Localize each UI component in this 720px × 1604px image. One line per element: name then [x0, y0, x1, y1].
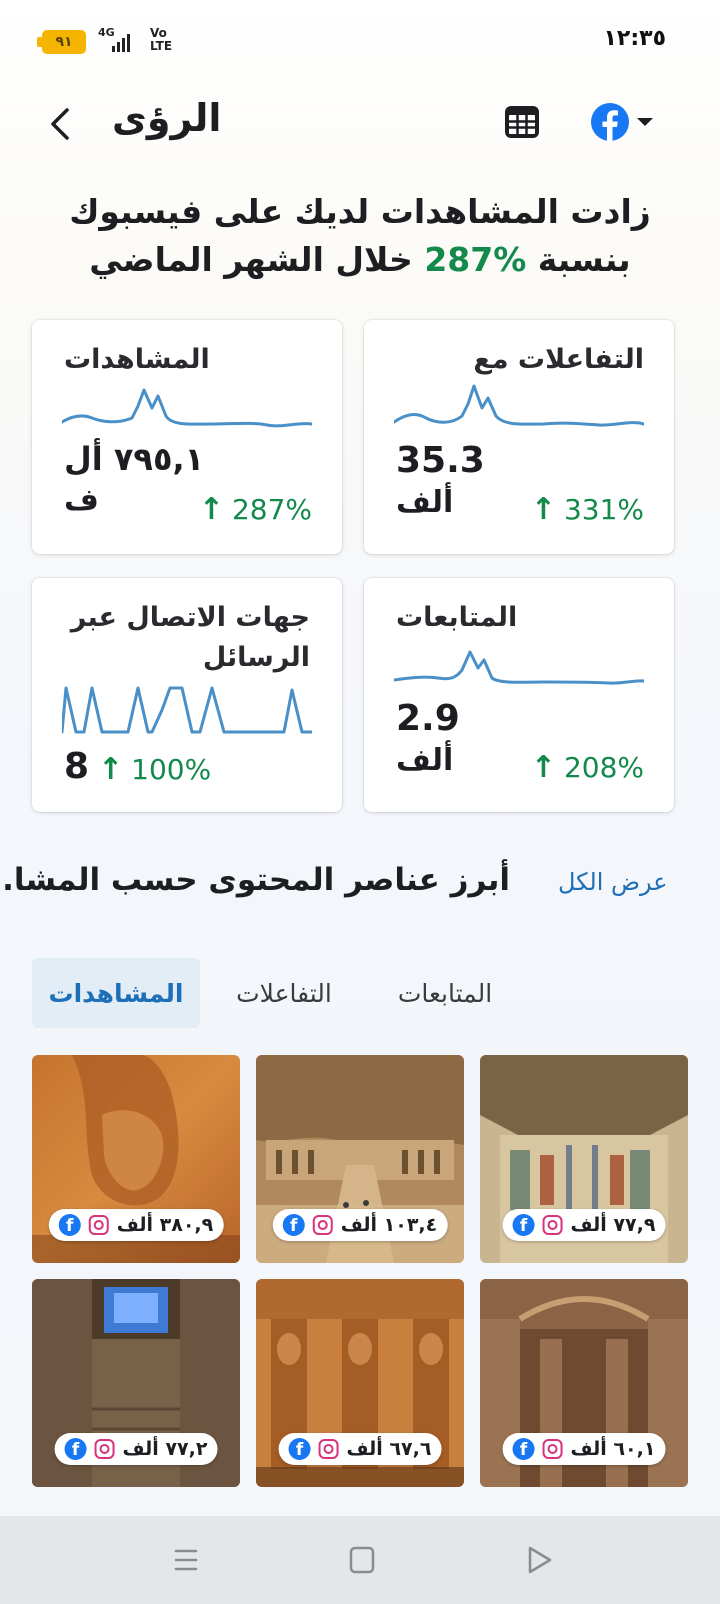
item-views-value: ٦٧,٦ ألف: [346, 1438, 432, 1460]
card-change: ↑ 331%: [531, 492, 644, 527]
back-chevron-icon: [51, 108, 69, 140]
up-arrow-icon: ↑: [530, 750, 556, 785]
card-value-number: ٧٩٥,١ أل: [64, 440, 205, 478]
messaging-contacts-card[interactable]: جهات الاتصال عبر الرسائل 8 ↑ 100%: [32, 578, 342, 812]
menu-icon: [174, 1549, 198, 1571]
content-item-4[interactable]: f ٧٧,٢ ألف: [32, 1279, 240, 1487]
content-item-3[interactable]: f ٧٧,٩ ألف: [480, 1055, 688, 1263]
item-views-value: ١٠٣,٤ ألف: [340, 1214, 438, 1236]
contacts-sparkline: [62, 686, 312, 734]
content-item-6[interactable]: f ٦٠,١ ألف: [480, 1279, 688, 1487]
card-value: 35.3 ألف: [396, 440, 485, 524]
back-button[interactable]: [40, 104, 80, 144]
facebook-icon: f: [58, 1214, 81, 1236]
card-value-unit: ألف: [396, 485, 454, 520]
item-stats-pill: f ٦٠,١ ألف: [502, 1433, 666, 1465]
item-views-value: ٧٧,٩ ألف: [570, 1214, 656, 1236]
calendar-grid-icon: [505, 106, 539, 138]
volte-indicator: Vo LTE: [150, 27, 172, 53]
views-sparkline: [62, 388, 312, 428]
clock: ١٢:٣٥: [603, 26, 666, 51]
instagram-icon: [318, 1439, 339, 1459]
home-icon: [349, 1546, 375, 1574]
follows-sparkline: [394, 650, 644, 685]
instagram-icon: [542, 1215, 563, 1235]
instagram-icon: [94, 1439, 115, 1459]
facebook-icon: f: [282, 1214, 305, 1236]
tab-follows[interactable]: المتابعات: [380, 958, 510, 1028]
tab-interactions[interactable]: التفاعلات: [214, 958, 354, 1028]
item-views-value: ٧٧,٢ ألف: [122, 1438, 208, 1460]
interactions-sparkline: [394, 384, 644, 427]
insight-headline: زادت المشاهدات لديك على فيسبوك بنسبة 287…: [30, 188, 690, 284]
system-navigation-bar: [0, 1516, 720, 1604]
card-value: ٧٩٥,١ أل ف: [64, 438, 204, 522]
up-arrow-icon: ↑: [530, 492, 556, 527]
views-card[interactable]: المشاهدات ٧٩٥,١ أل ف ↑ 287%: [32, 320, 342, 554]
facebook-icon: f: [512, 1214, 535, 1236]
facebook-icon: f: [512, 1438, 535, 1460]
headline-text-after: خلال الشهر الماضي: [89, 240, 425, 279]
item-stats-pill: f ٧٧,٢ ألف: [54, 1433, 218, 1465]
card-change: ↑ 100%: [98, 752, 211, 787]
card-title-line2: الرسائل: [202, 642, 310, 673]
card-title: المتابعات: [396, 602, 518, 633]
interactions-card[interactable]: التفاعلات مع 35.3 ألف ↑ 331%: [364, 320, 674, 554]
calendar-button[interactable]: [502, 102, 542, 142]
card-value-number: 2.9: [396, 698, 460, 739]
card-value-number: 35.3: [396, 440, 485, 481]
facebook-icon: f: [288, 1438, 311, 1460]
facebook-icon: f: [64, 1438, 87, 1460]
back-nav-button[interactable]: [522, 1544, 558, 1576]
tab-views[interactable]: المشاهدات: [32, 958, 200, 1028]
account-switcher[interactable]: [590, 102, 654, 142]
battery-indicator: ٩١: [37, 30, 86, 54]
up-arrow-icon: ↑: [198, 492, 224, 527]
menu-button[interactable]: [168, 1544, 204, 1576]
signal-icon: [112, 34, 130, 52]
up-arrow-icon: ↑: [98, 752, 124, 787]
follows-card[interactable]: المتابعات 2.9 ألف ↑ 208%: [364, 578, 674, 812]
card-title: المشاهدات: [64, 344, 210, 375]
content-item-1[interactable]: f ٣٨٠,٩ ألف: [32, 1055, 240, 1263]
card-change-value: 100%: [131, 753, 212, 786]
item-stats-pill: f ٣٨٠,٩ ألف: [48, 1209, 224, 1241]
facebook-icon: [591, 103, 629, 141]
item-views-value: ٦٠,١ ألف: [570, 1438, 656, 1460]
card-title-line1: جهات الاتصال عبر: [70, 602, 310, 633]
card-value: 8: [64, 746, 90, 787]
card-value-unit: ف: [64, 483, 99, 518]
item-stats-pill: f ١٠٣,٤ ألف: [272, 1209, 448, 1241]
dropdown-caret-icon: [637, 118, 653, 126]
instagram-icon: [88, 1215, 109, 1235]
card-value-unit: ألف: [396, 743, 454, 778]
page-title: الرؤى: [112, 96, 222, 140]
item-stats-pill: f ٧٧,٩ ألف: [502, 1209, 666, 1241]
top-content-title: أبرز عناصر المحتوى حسب المشا...: [0, 862, 510, 898]
instagram-icon: [312, 1215, 333, 1235]
status-bar: ٩١ 4G Vo LTE ١٢:٣٥: [0, 0, 720, 80]
volte-bottom: LTE: [150, 39, 173, 53]
card-change: ↑ 208%: [531, 750, 644, 785]
content-item-2[interactable]: f ١٠٣,٤ ألف: [256, 1055, 464, 1263]
item-stats-pill: f ٦٧,٦ ألف: [278, 1433, 442, 1465]
card-change: ↑ 287%: [199, 492, 312, 527]
instagram-icon: [542, 1439, 563, 1459]
see-all-link[interactable]: عرض الكل: [558, 868, 668, 896]
card-value: 2.9 ألف: [396, 698, 460, 782]
card-change-value: 287%: [231, 493, 312, 526]
home-button[interactable]: [344, 1544, 380, 1576]
content-item-5[interactable]: f ٦٧,٦ ألف: [256, 1279, 464, 1487]
back-triangle-icon: [528, 1546, 552, 1574]
item-views-value: ٣٨٠,٩ ألف: [116, 1214, 214, 1236]
card-change-value: 331%: [563, 493, 644, 526]
headline-percent: 287%: [424, 240, 527, 279]
card-change-value: 208%: [563, 751, 644, 784]
card-title: جهات الاتصال عبر الرسائل: [64, 598, 310, 678]
card-title: التفاعلات مع: [473, 344, 644, 375]
header: الرؤى: [0, 90, 720, 160]
